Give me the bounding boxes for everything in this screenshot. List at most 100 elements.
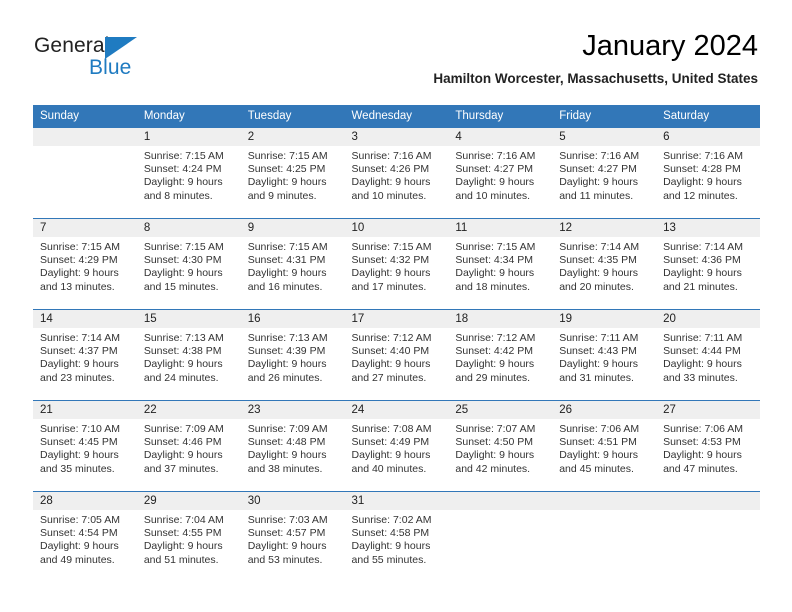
day-details: Sunrise: 7:06 AM Sunset: 4:53 PM Daylight:… — [656, 419, 760, 476]
day-cell-inner — [552, 492, 657, 582]
page-subtitle: Hamilton Worcester, Massachusetts, Unite… — [433, 71, 758, 86]
sunset-text: Sunset: 4:36 PM — [663, 254, 741, 267]
day-number: 23 — [240, 401, 345, 419]
day-details: Sunrise: 7:16 AM Sunset: 4:26 PM Daylight:… — [345, 146, 449, 203]
calendar-day-cell[interactable]: 17 Sunrise: 7:12 AM Sunset: 4:40 PM Dayligh… — [344, 309, 449, 401]
calendar-day-cell[interactable]: 25 Sunrise: 7:07 AM Sunset: 4:50 PM Dayligh… — [448, 400, 553, 492]
daylight-text-line1: Daylight: 9 hours — [663, 449, 742, 462]
weekday-header-wednesday: Wednesday — [344, 105, 449, 128]
calendar-day-cell[interactable]: 7 Sunrise: 7:15 AM Sunset: 4:29 PM Daylight… — [33, 218, 137, 310]
calendar-day-cell[interactable]: 20 Sunrise: 7:11 AM Sunset: 4:44 PM Dayligh… — [656, 309, 760, 401]
day-cell-inner: 18 Sunrise: 7:12 AM Sunset: 4:42 PM Dayligh… — [448, 310, 553, 400]
calendar-page: General Blue January 2024 Hamilton Worce… — [0, 0, 792, 612]
calendar-day-cell[interactable]: 5 Sunrise: 7:16 AM Sunset: 4:27 PM Daylight… — [552, 128, 657, 219]
calendar-day-cell[interactable]: 31 Sunrise: 7:02 AM Sunset: 4:58 PM Dayligh… — [344, 491, 449, 582]
day-details: Sunrise: 7:13 AM Sunset: 4:39 PM Daylight:… — [241, 328, 345, 385]
calendar-day-cell[interactable]: 15 Sunrise: 7:13 AM Sunset: 4:38 PM Dayligh… — [136, 309, 241, 401]
day-cell-inner: 11 Sunrise: 7:15 AM Sunset: 4:34 PM Dayligh… — [448, 219, 553, 309]
calendar-day-cell[interactable]: 29 Sunrise: 7:04 AM Sunset: 4:55 PM Dayligh… — [136, 491, 241, 582]
day-cell-inner — [448, 492, 553, 582]
calendar-day-cell[interactable]: 11 Sunrise: 7:15 AM Sunset: 4:34 PM Dayligh… — [448, 218, 553, 310]
calendar-day-cell[interactable]: 13 Sunrise: 7:14 AM Sunset: 4:36 PM Dayligh… — [656, 218, 760, 310]
calendar-day-cell[interactable]: 16 Sunrise: 7:13 AM Sunset: 4:39 PM Dayligh… — [240, 309, 345, 401]
day-number: 25 — [448, 401, 553, 419]
sunset-text: Sunset: 4:44 PM — [663, 345, 741, 358]
day-details: Sunrise: 7:14 AM Sunset: 4:37 PM Daylight:… — [33, 328, 137, 385]
calendar-week-row: 1 Sunrise: 7:15 AM Sunset: 4:24 PM Daylight… — [33, 128, 760, 219]
calendar-day-cell[interactable]: 10 Sunrise: 7:15 AM Sunset: 4:32 PM Dayligh… — [344, 218, 449, 310]
daylight-text-line1: Daylight: 9 hours — [247, 449, 327, 462]
calendar-day-cell[interactable]: 18 Sunrise: 7:12 AM Sunset: 4:42 PM Dayligh… — [448, 309, 553, 401]
daylight-text-line2: and 31 minutes. — [559, 371, 634, 384]
sunrise-text: Sunrise: 7:13 AM — [143, 332, 224, 344]
daylight-text-line2: and 10 minutes. — [455, 189, 531, 202]
daylight-text-line2: and 45 minutes. — [559, 462, 634, 475]
daylight-text-line2: and 27 minutes. — [351, 371, 427, 384]
calendar-day-cell[interactable]: 14 Sunrise: 7:14 AM Sunset: 4:37 PM Dayligh… — [33, 309, 137, 401]
sunset-text: Sunset: 4:30 PM — [143, 254, 222, 267]
calendar-day-cell[interactable]: 23 Sunrise: 7:09 AM Sunset: 4:48 PM Dayligh… — [240, 400, 345, 492]
sunrise-text: Sunrise: 7:11 AM — [559, 332, 639, 344]
day-number: 3 — [344, 128, 449, 146]
daylight-text-line1: Daylight: 9 hours — [351, 358, 431, 371]
day-cell-inner: 4 Sunrise: 7:16 AM Sunset: 4:27 PM Daylight… — [448, 128, 553, 218]
logo-text-blue: Blue — [89, 56, 132, 79]
daylight-text-line2: and 11 minutes. — [559, 189, 634, 202]
calendar-week-row: 21 Sunrise: 7:10 AM Sunset: 4:45 PM Dayligh… — [33, 400, 760, 492]
day-cell-inner: 7 Sunrise: 7:15 AM Sunset: 4:29 PM Daylight… — [33, 219, 137, 309]
daylight-text-line2: and 17 minutes. — [351, 280, 427, 293]
daylight-text-line1: Daylight: 9 hours — [40, 449, 119, 462]
day-number: 20 — [656, 310, 760, 328]
daylight-text-line1: Daylight: 9 hours — [455, 358, 535, 371]
day-number — [656, 492, 760, 510]
day-number: 12 — [552, 219, 657, 237]
calendar-day-cell[interactable]: 8 Sunrise: 7:15 AM Sunset: 4:30 PM Daylight… — [136, 218, 241, 310]
calendar-day-cell[interactable]: 26 Sunrise: 7:06 AM Sunset: 4:51 PM Dayligh… — [552, 400, 657, 492]
calendar-day-cell[interactable]: 28 Sunrise: 7:05 AM Sunset: 4:54 PM Dayligh… — [33, 491, 137, 582]
weekday-header-saturday: Saturday — [656, 105, 760, 128]
sunrise-text: Sunrise: 7:14 AM — [40, 332, 120, 344]
daylight-text-line1: Daylight: 9 hours — [559, 358, 639, 371]
calendar-day-cell[interactable]: 1 Sunrise: 7:15 AM Sunset: 4:24 PM Daylight… — [136, 128, 241, 219]
calendar-day-cell[interactable]: 6 Sunrise: 7:16 AM Sunset: 4:28 PM Daylight… — [656, 128, 760, 219]
general-blue-logo[interactable]: General Blue — [34, 34, 214, 82]
day-number: 18 — [448, 310, 553, 328]
sunrise-text: Sunrise: 7:16 AM — [663, 150, 744, 162]
calendar-day-cell[interactable]: 4 Sunrise: 7:16 AM Sunset: 4:27 PM Daylight… — [448, 128, 553, 219]
day-cell-inner: 29 Sunrise: 7:04 AM Sunset: 4:55 PM Dayligh… — [136, 492, 241, 582]
calendar-day-cell[interactable]: 27 Sunrise: 7:06 AM Sunset: 4:53 PM Dayligh… — [656, 400, 760, 492]
sunrise-text: Sunrise: 7:07 AM — [455, 423, 536, 435]
sunset-text: Sunset: 4:31 PM — [247, 254, 326, 267]
calendar-day-cell[interactable]: 12 Sunrise: 7:14 AM Sunset: 4:35 PM Dayligh… — [552, 218, 657, 310]
sunset-text: Sunset: 4:32 PM — [351, 254, 430, 267]
daylight-text-line1: Daylight: 9 hours — [455, 449, 535, 462]
day-number: 26 — [552, 401, 657, 419]
daylight-text-line2: and 35 minutes. — [40, 462, 115, 475]
calendar-day-cell[interactable]: 19 Sunrise: 7:11 AM Sunset: 4:43 PM Dayligh… — [552, 309, 657, 401]
calendar-day-cell[interactable]: 3 Sunrise: 7:16 AM Sunset: 4:26 PM Daylight… — [344, 128, 449, 219]
calendar-day-cell[interactable]: 22 Sunrise: 7:09 AM Sunset: 4:46 PM Dayligh… — [136, 400, 241, 492]
day-details: Sunrise: 7:04 AM Sunset: 4:55 PM Daylight:… — [137, 510, 241, 567]
sunset-text: Sunset: 4:54 PM — [40, 527, 118, 540]
day-cell-inner: 17 Sunrise: 7:12 AM Sunset: 4:40 PM Dayligh… — [344, 310, 449, 400]
day-details: Sunrise: 7:15 AM Sunset: 4:25 PM Daylight:… — [241, 146, 345, 203]
day-cell-inner: 21 Sunrise: 7:10 AM Sunset: 4:45 PM Dayligh… — [33, 401, 137, 491]
daylight-text-line2: and 38 minutes. — [247, 462, 323, 475]
daylight-text-line2: and 8 minutes. — [143, 189, 213, 202]
day-number: 19 — [552, 310, 657, 328]
daylight-text-line2: and 29 minutes. — [455, 371, 531, 384]
daylight-text-line2: and 40 minutes. — [351, 462, 427, 475]
daylight-text-line1: Daylight: 9 hours — [663, 358, 742, 371]
calendar-day-cell[interactable]: 21 Sunrise: 7:10 AM Sunset: 4:45 PM Dayligh… — [33, 400, 137, 492]
calendar-day-cell[interactable]: 30 Sunrise: 7:03 AM Sunset: 4:57 PM Dayligh… — [240, 491, 345, 582]
calendar-day-cell-empty — [552, 491, 657, 582]
calendar-day-cell[interactable]: 24 Sunrise: 7:08 AM Sunset: 4:49 PM Dayligh… — [344, 400, 449, 492]
calendar-day-cell[interactable]: 9 Sunrise: 7:15 AM Sunset: 4:31 PM Daylight… — [240, 218, 345, 310]
day-number: 2 — [240, 128, 345, 146]
weekday-header-friday: Friday — [552, 105, 657, 128]
sunrise-text: Sunrise: 7:05 AM — [40, 514, 120, 526]
day-details: Sunrise: 7:05 AM Sunset: 4:54 PM Daylight:… — [33, 510, 137, 567]
calendar-day-cell[interactable]: 2 Sunrise: 7:15 AM Sunset: 4:25 PM Daylight… — [240, 128, 345, 219]
sunrise-text: Sunrise: 7:15 AM — [455, 241, 536, 253]
day-cell-inner: 1 Sunrise: 7:15 AM Sunset: 4:24 PM Daylight… — [136, 128, 241, 218]
